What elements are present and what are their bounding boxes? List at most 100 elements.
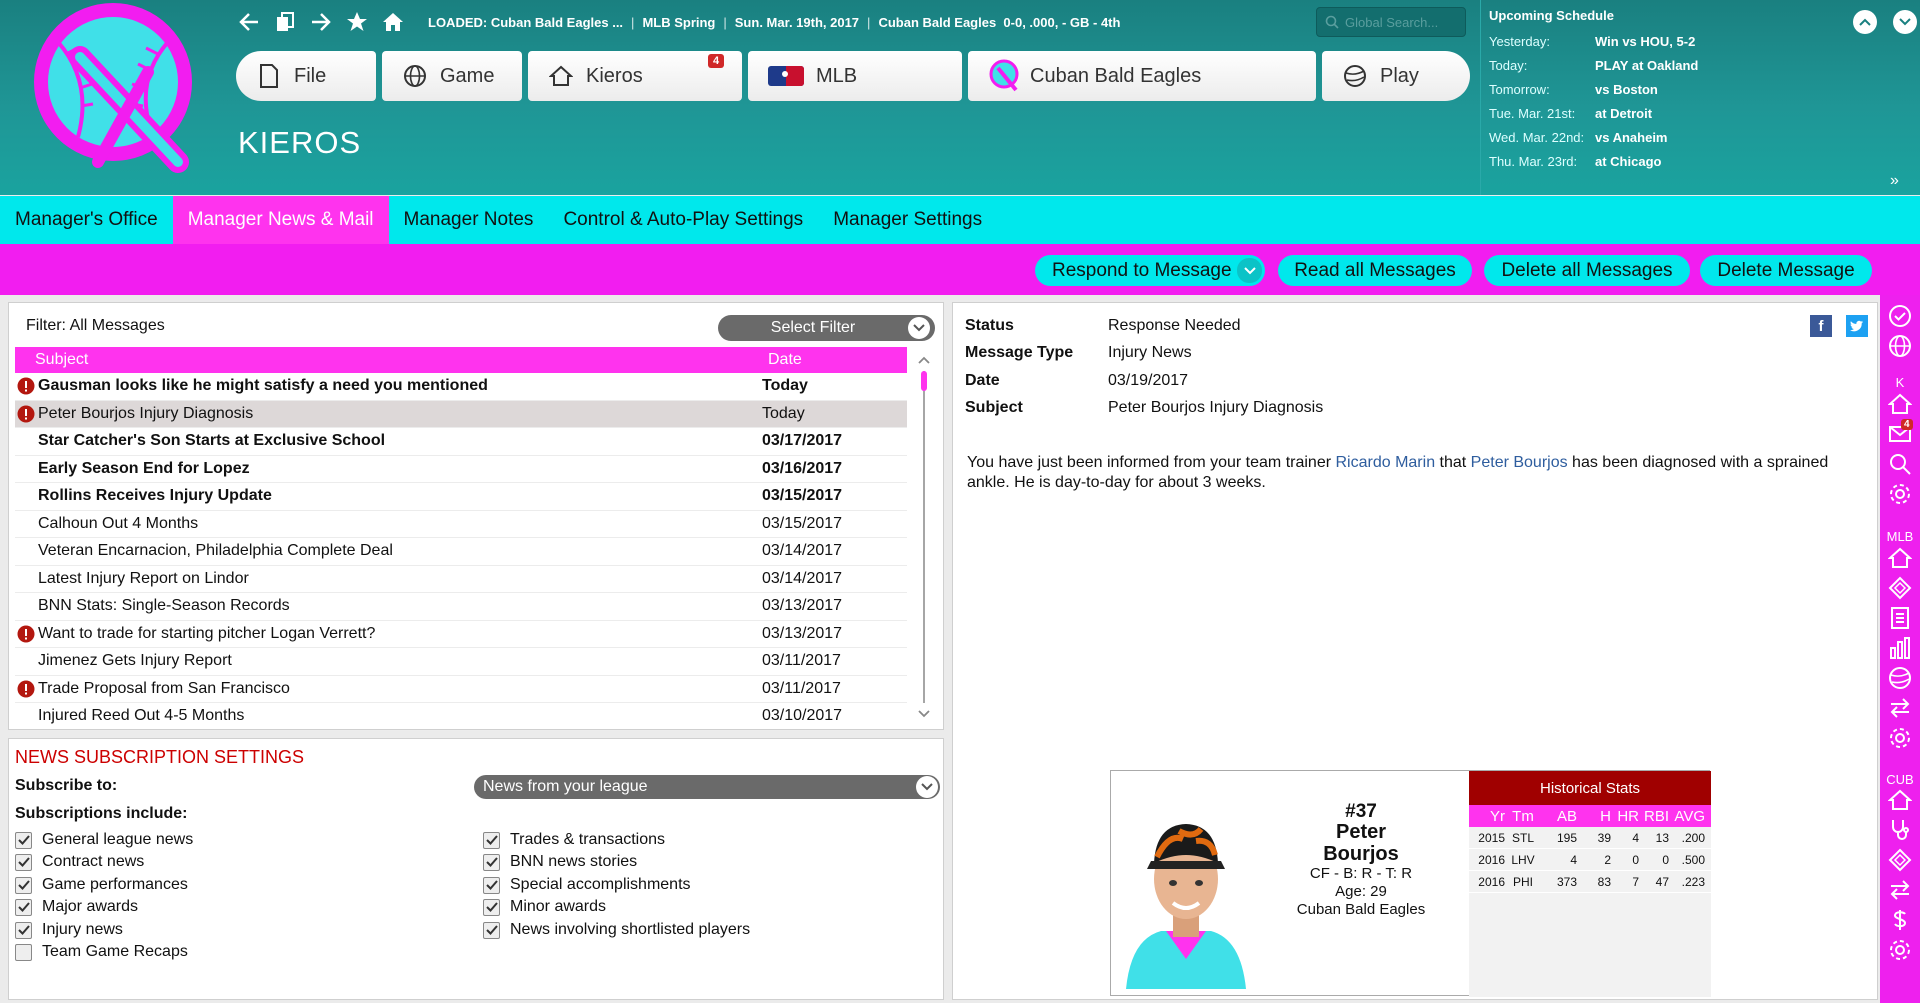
schedule-event[interactable]: vs Boston (1595, 82, 1658, 97)
checkbox-trades-transactions[interactable]: Trades & transactions (483, 829, 665, 851)
header: LOADED: Cuban Bald Eagles ... | MLB Spring… (0, 0, 1920, 195)
checkbox-game-performances[interactable]: Game performances (15, 874, 188, 896)
mlb-button[interactable]: MLB (748, 51, 962, 101)
checkbox-major-awards[interactable]: Major awards (15, 896, 138, 918)
file-button[interactable]: File (236, 51, 376, 101)
col-date[interactable]: Date (768, 351, 802, 369)
tab-manager-news-mail[interactable]: Manager News & Mail (172, 196, 389, 244)
checkbox-injury-news[interactable]: Injury news (15, 919, 123, 941)
checkbox-team-game-recaps[interactable]: Team Game Recaps (15, 941, 188, 963)
diamond-icon[interactable] (1887, 847, 1913, 873)
player-link[interactable]: Peter Bourjos (1471, 454, 1568, 471)
facebook-icon[interactable]: f (1810, 315, 1832, 337)
table-row[interactable]: Want to trade for starting pitcher Logan… (15, 621, 907, 648)
kieros-button[interactable]: Kieros 4 (528, 51, 742, 101)
collapse-up-icon[interactable] (1853, 10, 1877, 34)
table-row[interactable]: Star Catcher's Son Starts at Exclusive S… (15, 428, 907, 456)
league-name: MLB Spring (642, 14, 716, 30)
copy-icon[interactable] (272, 9, 298, 35)
respond-button[interactable]: Respond to Message (1035, 255, 1265, 286)
respond-label: Respond to Message (1052, 259, 1232, 281)
tab-managers-office[interactable]: Manager's Office (0, 196, 173, 244)
checkbox-minor-awards[interactable]: Minor awards (483, 896, 606, 918)
delete-all-button[interactable]: Delete all Messages (1484, 255, 1690, 286)
swap-arrows-icon[interactable] (1887, 877, 1913, 903)
diamond-icon[interactable] (1887, 575, 1913, 601)
team-button[interactable]: Cuban Bald Eagles (968, 51, 1316, 101)
table-row[interactable]: Peter Bourjos Injury Diagnosis Today (15, 400, 907, 428)
player-card[interactable]: #37 Peter Bourjos CF - B: R - T: R Age: … (1110, 770, 1711, 997)
checkmark-icon (15, 831, 32, 849)
table-row[interactable]: Latest Injury Report on Lindor 03/14/201… (15, 566, 907, 593)
stethoscope-icon[interactable] (1887, 817, 1913, 843)
forward-arrow-icon[interactable] (308, 9, 334, 35)
checkbox-shortlisted-players[interactable]: News involving shortlisted players (483, 919, 750, 941)
tab-manager-settings[interactable]: Manager Settings (818, 196, 997, 244)
star-icon[interactable] (344, 9, 370, 35)
respond-dropdown-icon[interactable] (1237, 258, 1262, 283)
schedule-event[interactable]: vs Anaheim (1595, 130, 1668, 145)
checkbox-special-accomplishments[interactable]: Special accomplishments (483, 874, 691, 896)
checkbox-label: News involving shortlisted players (510, 921, 751, 938)
gear-icon[interactable] (1887, 481, 1913, 507)
read-all-button[interactable]: Read all Messages (1278, 255, 1472, 286)
gear-icon[interactable] (1887, 725, 1913, 751)
schedule-event[interactable]: at Chicago (1595, 154, 1661, 169)
schedule-event[interactable]: PLAY at Oakland (1595, 58, 1698, 73)
twitter-icon[interactable] (1846, 315, 1868, 337)
house-icon[interactable] (1887, 787, 1913, 813)
table-row[interactable]: Trade Proposal from San Francisco 03/11/… (15, 676, 907, 703)
body-text: that (1435, 454, 1471, 471)
dollar-icon[interactable] (1887, 907, 1913, 933)
table-row[interactable]: Veteran Encarnacion, Philadelphia Comple… (15, 538, 907, 566)
house-icon[interactable] (1887, 391, 1913, 417)
table-row[interactable]: Gausman looks like he might satisfy a ne… (15, 373, 907, 401)
game-button[interactable]: Game (382, 51, 522, 101)
bar-chart-icon[interactable] (1887, 635, 1913, 661)
checkbox-contract-news[interactable]: Contract news (15, 851, 144, 873)
delete-message-button[interactable]: Delete Message (1700, 255, 1872, 286)
gear-icon[interactable] (1887, 937, 1913, 963)
check-circle-icon[interactable] (1887, 303, 1913, 329)
list-icon[interactable] (1887, 605, 1913, 631)
loaded-team[interactable]: Cuban Bald Eagles ... (491, 15, 623, 30)
play-button[interactable]: Play (1322, 51, 1470, 101)
table-row[interactable]: Injured Reed Out 4-5 Months 03/10/2017 (15, 703, 907, 731)
table-row[interactable]: Early Season End for Lopez 03/16/2017 (15, 456, 907, 483)
subscribe-to-dropdown[interactable]: News from your league (474, 775, 940, 799)
home-icon[interactable] (380, 9, 406, 35)
tab-control-auto-play[interactable]: Control & Auto-Play Settings (548, 196, 818, 244)
table-row[interactable]: BNN Stats: Single-Season Records 03/13/2… (15, 593, 907, 621)
schedule-event[interactable]: at Detroit (1595, 106, 1652, 121)
checkbox-label: Special accomplishments (510, 876, 691, 893)
checkbox-general-league-news[interactable]: General league news (15, 829, 193, 851)
baseball-icon[interactable] (1887, 665, 1913, 691)
trainer-link[interactable]: Ricardo Marin (1336, 454, 1436, 471)
swap-arrows-icon[interactable] (1887, 695, 1913, 721)
table-row[interactable]: Rollins Receives Injury Update 03/15/201… (15, 483, 907, 511)
message-subject: Want to trade for starting pitcher Logan… (38, 624, 376, 642)
mail-icon[interactable]: 4 (1887, 419, 1913, 447)
schedule-event[interactable]: Win vs HOU, 5-2 (1595, 34, 1695, 49)
select-filter-dropdown[interactable]: Select Filter (718, 315, 935, 341)
back-arrow-icon[interactable] (236, 9, 262, 35)
double-chevron-right-icon[interactable]: » (1890, 172, 1899, 190)
message-list-scrollbar[interactable] (913, 347, 935, 729)
table-row[interactable]: Jimenez Gets Injury Report 03/11/2017 (15, 648, 907, 676)
search-icon[interactable] (1887, 451, 1913, 477)
table-row[interactable]: Calhoun Out 4 Months 03/15/2017 (15, 511, 907, 538)
checkbox-bnn-news-stories[interactable]: BNN news stories (483, 851, 637, 873)
tab-manager-notes[interactable]: Manager Notes (389, 196, 549, 244)
team-logo[interactable] (18, 2, 218, 192)
checkmark-icon (15, 898, 32, 916)
house-icon[interactable] (1887, 545, 1913, 571)
checkbox-label: Major awards (42, 898, 139, 915)
col-subject[interactable]: Subject (15, 351, 768, 369)
global-search-input[interactable]: Global Search... (1316, 7, 1466, 37)
schedule-day: Thu. Mar. 23rd: (1489, 153, 1578, 169)
expand-down-icon[interactable] (1893, 10, 1917, 34)
message-date: 03/13/2017 (762, 597, 843, 615)
schedule-row: Today: PLAY at Oakland (1489, 53, 1848, 77)
player-age: Age: 29 (1335, 883, 1387, 900)
globe-icon[interactable] (1887, 333, 1913, 359)
